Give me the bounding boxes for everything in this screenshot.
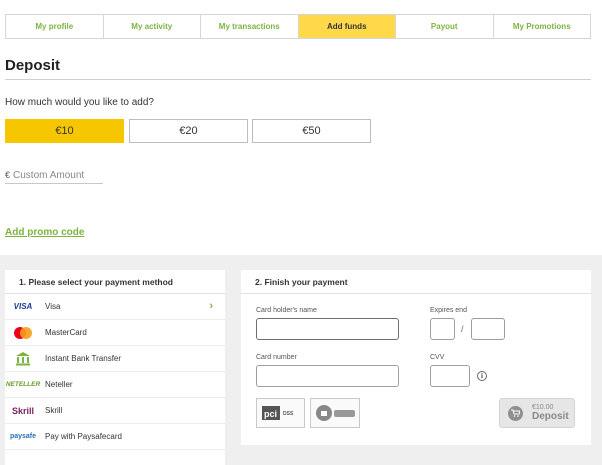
amount-button-20[interactable]: €20 (129, 119, 248, 143)
deposit-amount: €10.00 (532, 404, 554, 411)
tab-my-profile[interactable]: My profile (6, 15, 104, 38)
payment-method-label: Instant Bank Transfer (45, 354, 122, 363)
payment-method-label: Neteller (45, 380, 73, 389)
cart-icon (508, 405, 523, 421)
tab-my-transactions[interactable]: My transactions (201, 15, 299, 38)
payment-method-paysafecard[interactable]: paysafe Pay with Paysafecard (5, 424, 225, 450)
title-divider (5, 79, 591, 80)
cvv-label: CVV (430, 354, 445, 361)
account-tabs: My profile My activity My transactions A… (5, 14, 591, 39)
custom-amount-field[interactable]: € Custom Amount (5, 167, 103, 184)
expiry-month-input[interactable] (430, 318, 455, 340)
expires-label: Expires end (430, 307, 467, 314)
info-icon[interactable]: i (477, 371, 487, 381)
visa-icon: VISA (13, 302, 33, 311)
amount-button-50[interactable]: €50 (252, 119, 371, 143)
expiry-year-input[interactable] (471, 318, 505, 340)
deposit-label: Deposit (532, 411, 569, 422)
page-title: Deposit (5, 57, 61, 74)
skrill-icon: Skrill (11, 405, 34, 416)
add-promo-code-link[interactable]: Add promo code (5, 227, 84, 238)
finish-payment-heading: 2. Finish your payment (241, 270, 591, 294)
payment-method-label: MasterCard (45, 328, 87, 337)
card-holder-label: Card holder's name (256, 307, 317, 314)
tab-my-activity[interactable]: My activity (103, 15, 201, 38)
tab-add-funds[interactable]: Add funds (298, 15, 396, 38)
payment-method-mastercard[interactable]: MasterCard (5, 320, 225, 346)
svg-text:pci: pci (264, 409, 277, 419)
payment-method-heading: 1. Please select your payment method (5, 270, 225, 294)
custom-amount-placeholder: Custom Amount (13, 169, 85, 181)
payment-method-label: Skrill (45, 406, 63, 415)
amount-button-10[interactable]: €10 (5, 119, 124, 143)
mastercard-icon (5, 326, 41, 340)
payment-method-skrill[interactable]: Skrill Skrill (5, 398, 225, 424)
currency-symbol: € (5, 170, 11, 180)
expiry-separator: / (461, 324, 464, 334)
pci-dss-badge: pci DSS (256, 398, 305, 428)
tab-my-promotions[interactable]: My Promotions (493, 15, 590, 38)
amount-question: How much would you like to add? (5, 97, 154, 108)
neteller-icon: NETELLER (5, 381, 41, 388)
payment-method-neteller[interactable]: NETELLER Neteller (5, 372, 225, 398)
svg-text:DSS: DSS (283, 411, 294, 417)
comodo-secure-badge (310, 398, 360, 428)
tab-payout[interactable]: Payout (396, 15, 494, 38)
cvv-input[interactable] (430, 365, 470, 387)
card-number-input[interactable] (256, 365, 399, 387)
paysafecard-icon: paysafe (9, 433, 37, 440)
payment-method-panel: 1. Please select your payment method VIS… (5, 270, 225, 465)
deposit-button[interactable]: €10.00 Deposit (499, 398, 575, 428)
card-number-label: Card number (256, 354, 297, 361)
chevron-right-icon: › (209, 300, 213, 312)
bank-icon (5, 351, 41, 366)
finish-payment-panel: 2. Finish your payment Card holder's nam… (241, 270, 591, 445)
payment-method-label: Pay with Paysafecard (45, 432, 122, 441)
payment-method-visa[interactable]: VISA Visa › (5, 294, 225, 320)
payment-method-label: Visa (45, 302, 61, 311)
payment-method-bank-transfer[interactable]: Instant Bank Transfer (5, 346, 225, 372)
card-holder-input[interactable] (256, 318, 399, 340)
